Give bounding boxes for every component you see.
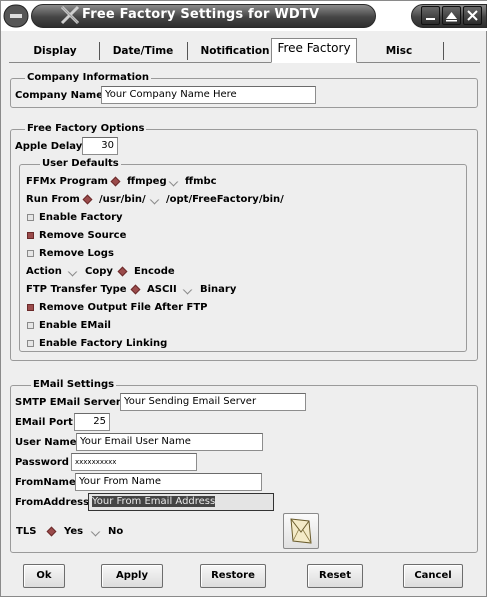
email-settings-label: EMail Settings [31, 379, 117, 391]
ascii-radio[interactable] [130, 284, 141, 295]
close-icon[interactable] [463, 6, 482, 25]
window-title: Free Factory Settings for WDTV [82, 7, 320, 22]
tab-bar: Display Date/Time Notification Free Fact… [9, 38, 480, 63]
encode-label: Encode [134, 266, 175, 277]
company-info-label: Company Information [25, 72, 152, 84]
tab-free-factory[interactable]: Free Factory [271, 38, 357, 63]
tab-display[interactable]: Display [15, 39, 95, 63]
remove-output-file-checkbox[interactable] [27, 304, 34, 311]
enable-email-label: Enable EMail [39, 320, 111, 331]
smtp-server-label: SMTP EMail Server [15, 397, 121, 408]
opt-freefactory-radio[interactable] [149, 194, 160, 205]
opt-freefactory-label: /opt/FreeFactory/bin/ [166, 194, 284, 205]
free-factory-options-label: Free Factory Options [25, 123, 147, 135]
enable-email-checkbox[interactable] [27, 322, 34, 329]
ffmbc-label: ffmbc [185, 176, 217, 187]
from-address-label: FromAddress [15, 497, 90, 508]
apple-delay-label: Apple Delay [15, 141, 83, 152]
tls-yes-radio[interactable] [46, 526, 57, 537]
from-name-label: FromName [15, 477, 76, 488]
copy-label: Copy [85, 266, 113, 277]
tls-no-radio[interactable] [90, 526, 101, 537]
restore-button[interactable]: Restore [200, 564, 266, 588]
email-port-label: EMail Port [15, 417, 73, 428]
smtp-server-input[interactable]: Your Sending Email Server [120, 393, 306, 411]
maximize-icon[interactable] [442, 6, 461, 25]
copy-radio[interactable] [67, 266, 78, 277]
tab-notification[interactable]: Notification [191, 39, 279, 63]
cancel-button[interactable]: Cancel [403, 564, 463, 588]
tls-label: TLS [16, 526, 37, 537]
envelope-icon [290, 518, 312, 544]
tab-divider [99, 42, 100, 60]
ffmbc-radio[interactable] [168, 176, 179, 187]
tab-misc[interactable]: Misc [357, 39, 441, 63]
enable-factory-label: Enable Factory [39, 212, 123, 223]
ffmpeg-label: ffmpeg [127, 176, 167, 187]
password-input[interactable]: xxxxxxxxxx [71, 453, 197, 471]
usr-bin-label: /usr/bin/ [99, 194, 146, 205]
apply-button[interactable]: Apply [101, 564, 163, 588]
usr-bin-radio[interactable] [82, 194, 93, 205]
from-address-input[interactable]: Your From Email Address [88, 493, 274, 511]
from-address-value: Your From Email Address [92, 496, 216, 507]
binary-label: Binary [200, 284, 237, 295]
binary-radio[interactable] [182, 284, 193, 295]
tab-date-time[interactable]: Date/Time [103, 39, 183, 63]
user-name-input[interactable]: Your Email User Name [76, 433, 263, 451]
minimize-icon[interactable] [421, 6, 440, 25]
encode-radio[interactable] [117, 266, 128, 277]
remove-source-checkbox[interactable] [27, 232, 34, 239]
ffmx-program-label: FFMx Program [26, 176, 108, 187]
tab-divider [443, 42, 444, 60]
remove-logs-checkbox[interactable] [27, 250, 34, 257]
enable-factory-checkbox[interactable] [27, 214, 34, 221]
tab-divider [187, 42, 188, 60]
remove-logs-label: Remove Logs [39, 248, 114, 259]
run-from-label: Run From [26, 194, 80, 205]
title-bar[interactable]: Free Factory Settings for WDTV [1, 1, 487, 31]
apple-delay-input[interactable]: 30 [82, 137, 118, 155]
app-x-icon [60, 5, 80, 25]
ok-button[interactable]: Ok [23, 564, 65, 588]
settings-window: Free Factory Settings for WDTV Display D… [0, 0, 487, 597]
email-port-input[interactable]: 25 [74, 413, 110, 431]
remove-source-label: Remove Source [39, 230, 127, 241]
action-label: Action [26, 266, 62, 277]
tls-yes-label: Yes [64, 526, 84, 537]
company-name-input[interactable]: Your Company Name Here [101, 86, 316, 104]
user-defaults-label: User Defaults [40, 158, 121, 170]
from-name-input[interactable]: Your From Name [75, 473, 262, 491]
enable-factory-linking-label: Enable Factory Linking [39, 338, 168, 349]
window-menu-icon[interactable] [3, 4, 29, 28]
enable-factory-linking-checkbox[interactable] [27, 340, 34, 347]
remove-output-file-label: Remove Output File After FTP [39, 302, 208, 313]
password-label: Password [15, 457, 69, 468]
company-name-label: Company Name [15, 90, 103, 101]
ftp-transfer-type-label: FTP Transfer Type [26, 284, 127, 295]
tls-no-label: No [108, 526, 124, 537]
user-name-label: User Name [15, 437, 77, 448]
ffmpeg-radio[interactable] [110, 176, 121, 187]
ascii-label: ASCII [147, 284, 177, 295]
test-email-button[interactable] [283, 513, 319, 549]
reset-button[interactable]: Reset [307, 564, 363, 588]
